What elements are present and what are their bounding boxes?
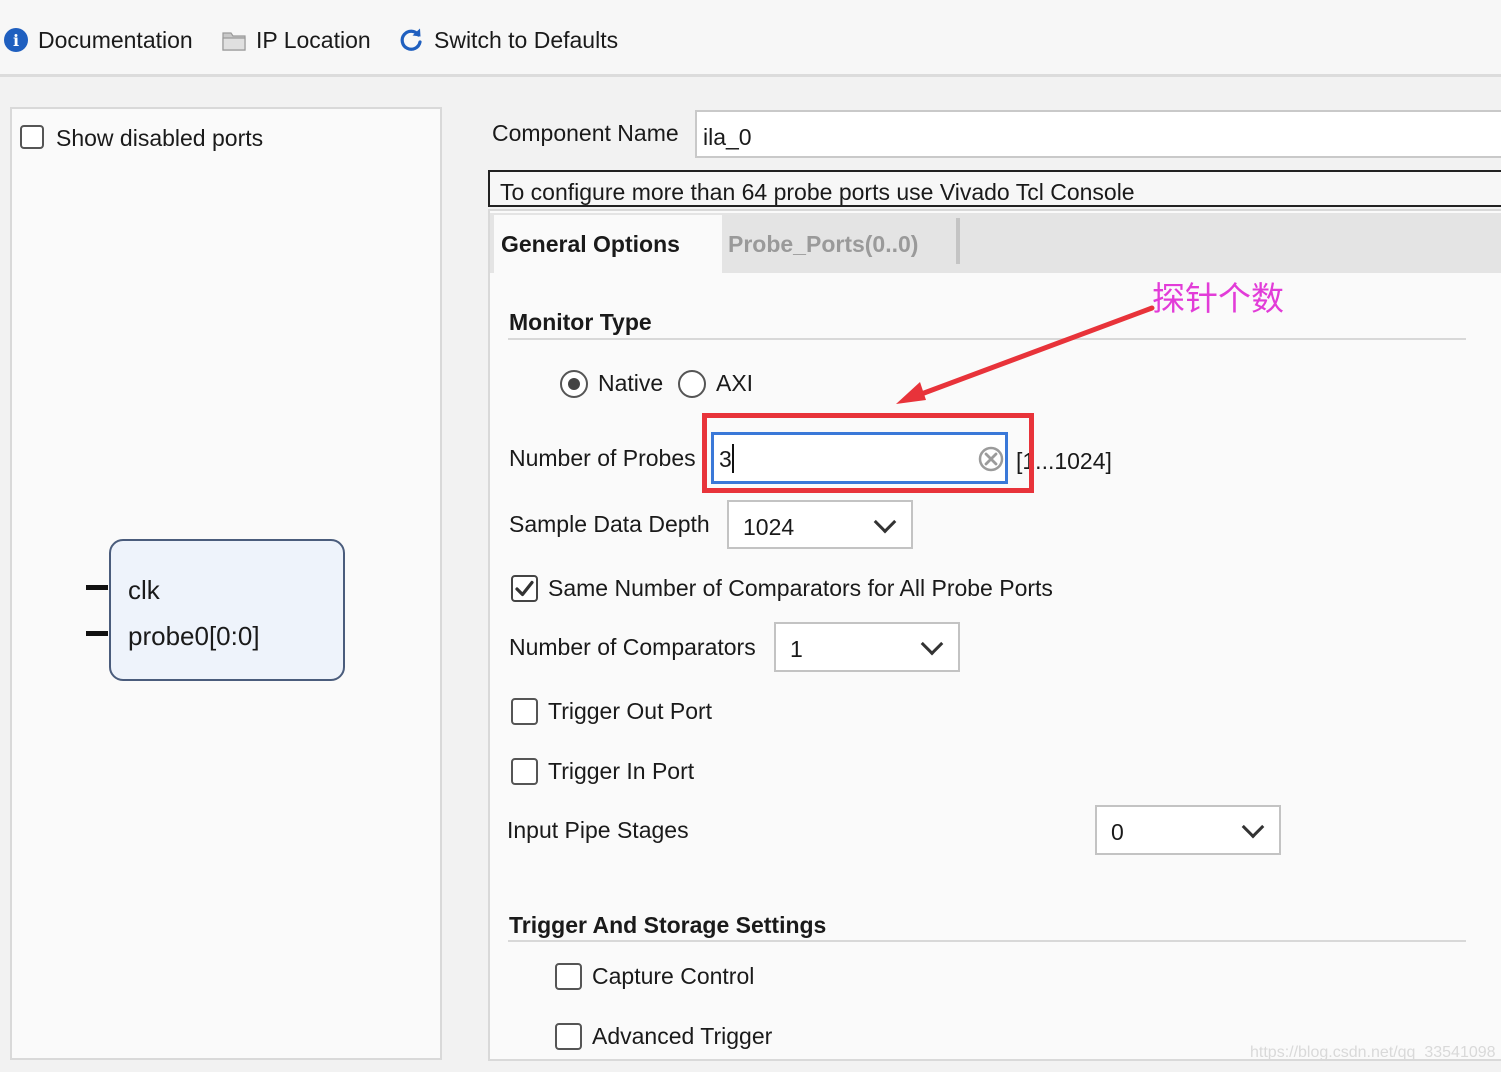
trigger-out-checkbox[interactable] [511,698,538,725]
trigger-in-label: Trigger In Port [548,758,695,784]
chevron-down-icon [920,632,944,656]
sample-data-depth-select[interactable]: 1024 [727,500,913,549]
capture-control-label: Capture Control [592,963,755,989]
switch-defaults-button[interactable]: Switch to Defaults [398,26,618,54]
ip-symbol-block [109,539,345,681]
tab-probe-ports-label: Probe_Ports(0..0) [728,231,919,257]
capture-control-checkbox[interactable] [555,963,582,990]
input-pipe-stages-label: Input Pipe Stages [507,817,689,843]
monitor-type-title: Monitor Type [509,309,652,335]
chevron-down-icon [873,510,897,534]
checkmark-icon [515,580,534,597]
watermark: https://blog.csdn.net/qq_33541098 [1250,1044,1496,1061]
info-icon: i [4,28,28,52]
annotation-arrow-icon [896,305,1155,404]
show-disabled-ports-label: Show disabled ports [56,125,264,151]
documentation-label: Documentation [38,26,193,53]
sample-data-depth-value: 1024 [743,514,795,540]
number-of-comparators-label: Number of Comparators [509,634,756,660]
trigger-out-label: Trigger Out Port [548,698,713,724]
number-of-comparators-value: 1 [790,636,803,662]
same-comparators-label: Same Number of Comparators for All Probe… [548,575,1053,601]
port-probe0-label: probe0[0:0] [128,621,260,651]
notice-box: To configure more than 64 probe ports us… [488,170,1501,207]
native-label: Native [598,370,664,396]
port-clk-label: clk [128,575,160,605]
chevron-down-icon [1241,815,1265,839]
same-comparators-checkbox[interactable] [511,575,538,602]
axi-radio[interactable] [678,370,706,398]
annotation-highlight-box [702,413,1034,493]
native-radio[interactable] [560,370,588,398]
toolbar: i Documentation IP Location Switch to De… [0,0,1501,77]
folder-icon [222,32,246,51]
sample-data-depth-label: Sample Data Depth [509,511,710,537]
native-radio-dot [568,378,580,390]
ip-location-label: IP Location [256,26,371,53]
probe0-pin [86,631,108,636]
annotation-text: 探针个数 [1152,279,1284,318]
component-name-value: ila_0 [703,124,752,150]
trigger-in-checkbox[interactable] [511,758,538,785]
input-pipe-stages-value: 0 [1111,819,1124,845]
show-disabled-ports-checkbox[interactable] [20,125,44,149]
component-name-input[interactable]: ila_0 [695,110,1501,158]
number-of-probes-label: Number of Probes [509,445,696,471]
axi-label: AXI [716,370,754,396]
number-of-comparators-select[interactable]: 1 [774,622,960,672]
ip-location-button[interactable]: IP Location [222,26,371,54]
advanced-trigger-checkbox[interactable] [555,1023,582,1050]
switch-defaults-label: Switch to Defaults [434,26,619,53]
notice-text: To configure more than 64 probe ports us… [500,179,1135,205]
advanced-trigger-label: Advanced Trigger [592,1023,773,1049]
component-name-label: Component Name [492,120,679,146]
refresh-icon [400,28,422,51]
clk-pin [86,585,108,590]
storage-divider [508,940,1466,942]
tab-general-options-label: General Options [501,231,680,257]
input-pipe-stages-select[interactable]: 0 [1095,805,1281,855]
tab-separator [956,218,960,264]
documentation-button[interactable]: i Documentation [4,26,193,54]
trigger-storage-title: Trigger And Storage Settings [509,912,827,938]
